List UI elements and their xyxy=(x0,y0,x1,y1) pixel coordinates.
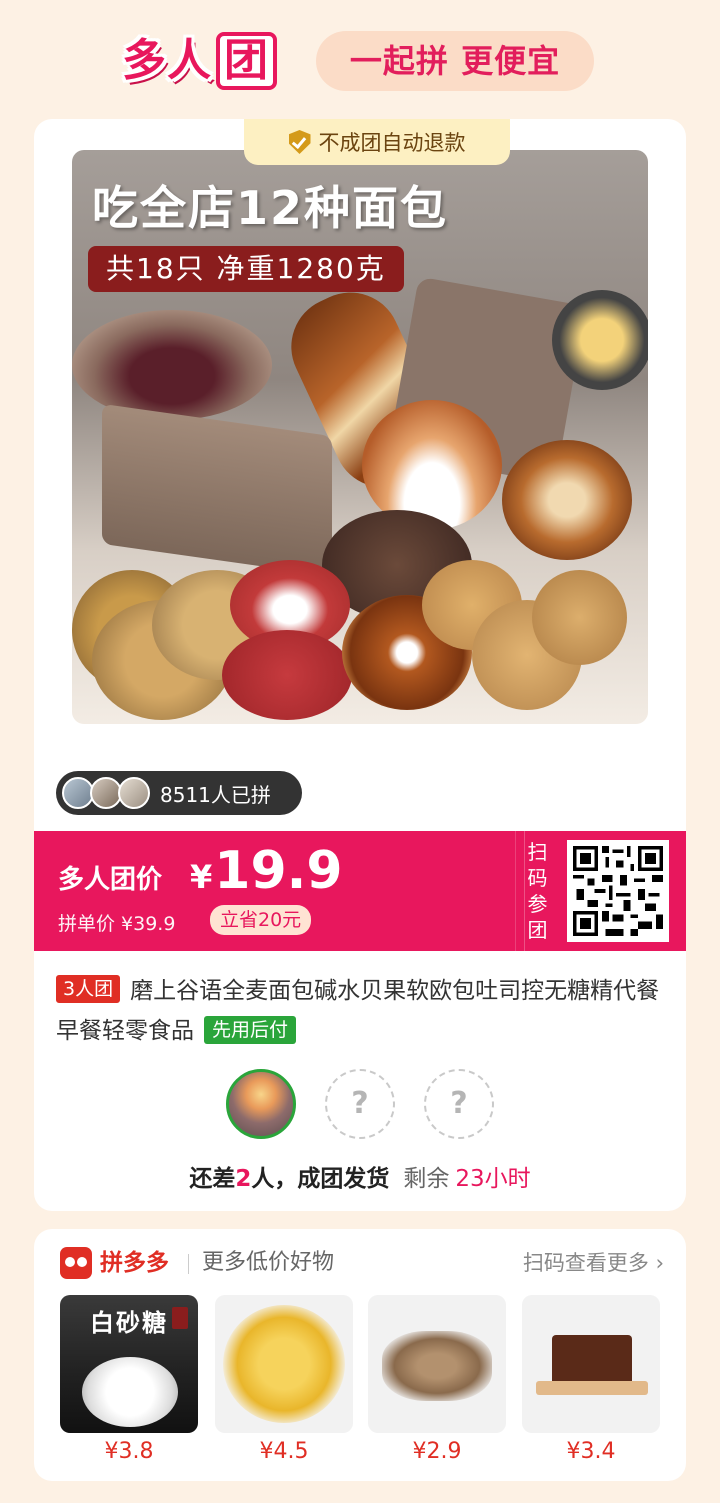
status-prefix: 还差 xyxy=(189,1166,236,1192)
bread-shape xyxy=(502,440,632,560)
recommend-card: 拼多多 更多低价好物 扫码查看更多 › 白砂糖 ¥3.8 ¥4.5 ¥2.9 ¥… xyxy=(34,1229,686,1481)
logo-text: 多人 xyxy=(122,35,212,86)
bread-shape xyxy=(552,290,648,390)
bread-shape xyxy=(102,403,332,577)
scan-more-link[interactable]: 扫码查看更多 › xyxy=(523,1247,664,1279)
recommend-subtitle: 更多低价好物 xyxy=(202,1250,335,1275)
bread-shape xyxy=(72,310,272,420)
bread-shape xyxy=(222,630,352,720)
shield-check-icon xyxy=(288,130,311,154)
group-price-value: 19.9 xyxy=(214,841,343,901)
item-thumbnail xyxy=(215,1295,353,1433)
chevron-right-icon: › xyxy=(655,1251,664,1275)
product-title-block[interactable]: 3人团 磨上谷语全麦面包碱水贝果软欧包吐司控无糖精代餐早餐轻零食品 先用后付 xyxy=(56,971,666,1051)
scan-label-char: 团 xyxy=(527,918,548,942)
item-price: ¥4.5 xyxy=(259,1439,309,1464)
logo-box-text: 团 xyxy=(216,32,277,90)
group-price: ¥19.9 xyxy=(190,841,343,901)
pinduoduo-logo-icon xyxy=(60,1247,92,1279)
refund-guarantee-badge: 不成团自动退款 xyxy=(244,119,510,165)
recommend-item[interactable]: 白砂糖 ¥3.8 xyxy=(60,1295,198,1464)
divider xyxy=(188,1254,189,1274)
remaining-label: 剩余 xyxy=(403,1166,450,1192)
status-suffix: 人，成团发货 xyxy=(251,1166,390,1192)
product-title: 磨上谷语全麦面包碱水贝果软欧包吐司控无糖精代餐早餐轻零食品 xyxy=(56,978,660,1044)
empty-member-slot[interactable]: ? xyxy=(325,1069,395,1139)
joined-count-pill: 8511人已拼 xyxy=(56,771,302,815)
single-price: 拼单价 ¥39.9 xyxy=(58,913,176,935)
image-subline: 共18只 净重1280克 xyxy=(88,246,404,292)
empty-member-slot[interactable]: ? xyxy=(424,1069,494,1139)
scan-label-char: 扫 xyxy=(527,840,548,864)
item-price: ¥3.8 xyxy=(104,1439,154,1464)
image-headline: 吃全店12种面包 xyxy=(92,181,449,235)
snack-image xyxy=(382,1331,492,1401)
brand-seal-icon xyxy=(172,1307,188,1329)
joined-count: 8511人已拼 xyxy=(160,782,271,807)
brand-name: 拼多多 xyxy=(100,1250,169,1276)
page-header: 多人团 一起拼 更便宜 xyxy=(0,0,720,115)
product-image[interactable]: 吃全店12种面包 共18只 净重1280克 xyxy=(72,150,648,724)
qr-code-icon xyxy=(573,846,663,936)
item-price: ¥2.9 xyxy=(412,1439,462,1464)
multi-group-logo: 多人团 xyxy=(122,30,300,92)
recommend-item[interactable]: ¥2.9 xyxy=(368,1295,506,1464)
bread-shape xyxy=(532,570,627,665)
item-price: ¥3.4 xyxy=(566,1439,616,1464)
scan-label-char: 码 xyxy=(527,866,548,890)
group-size-tag: 3人团 xyxy=(56,975,121,1003)
sugar-bowl-image xyxy=(82,1357,178,1427)
scan-more-text: 扫码查看更多 xyxy=(522,1251,649,1275)
group-buy-card: 不成团自动退款 吃全店12种面包 共18只 净重1280克 8511人已拼 多人… xyxy=(34,119,686,1211)
scan-label-char: 参 xyxy=(527,892,548,916)
recommend-header: 拼多多 更多低价好物 扫码查看更多 › xyxy=(60,1245,664,1281)
price-bar: 多人团价 ¥19.9 拼单价 ¥39.9 立省20元 扫 码 参 团 xyxy=(34,831,686,951)
refund-guarantee-text: 不成团自动退款 xyxy=(318,131,466,155)
currency-symbol: ¥ xyxy=(190,858,213,896)
recommend-list: 白砂糖 ¥3.8 ¥4.5 ¥2.9 ¥3.4 xyxy=(60,1295,664,1475)
candied-ginger-image xyxy=(223,1305,345,1423)
save-badge: 立省20元 xyxy=(210,905,312,935)
member-avatar xyxy=(226,1069,296,1139)
remaining-time: 23小时 xyxy=(455,1166,531,1192)
group-members: ? ? xyxy=(34,1069,686,1139)
brown-sugar-image xyxy=(552,1335,632,1385)
slogan-pill: 一起拼 更便宜 xyxy=(316,31,594,91)
item-thumbnail: 白砂糖 xyxy=(60,1295,198,1433)
recommend-item[interactable]: ¥4.5 xyxy=(215,1295,353,1464)
item-thumbnail xyxy=(522,1295,660,1433)
scan-to-join-label: 扫 码 参 团 xyxy=(515,831,548,951)
avatar xyxy=(118,777,150,809)
group-price-label: 多人团价 xyxy=(58,865,163,895)
item-thumbnail xyxy=(368,1295,506,1433)
qr-code[interactable] xyxy=(567,840,669,942)
status-count: 2 xyxy=(235,1166,252,1192)
recommend-item[interactable]: ¥3.4 xyxy=(522,1295,660,1464)
pay-later-tag: 先用后付 xyxy=(204,1016,297,1044)
group-status: 还差2人，成团发货 剩余 23小时 xyxy=(34,1159,686,1193)
wood-board-image xyxy=(536,1381,648,1395)
